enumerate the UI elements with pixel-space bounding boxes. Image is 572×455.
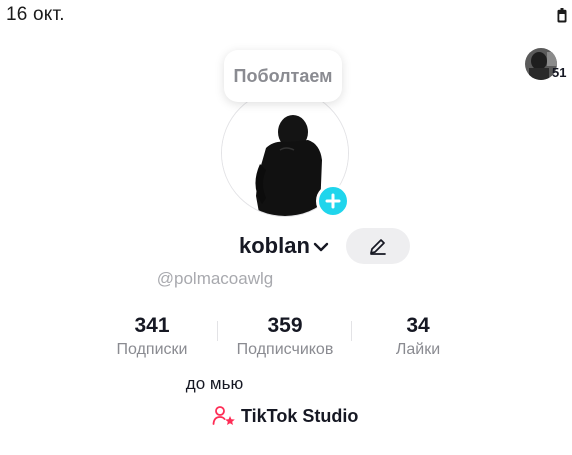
battery-icon xyxy=(557,8,567,23)
stat-likes[interactable]: 34 Лайки xyxy=(380,314,456,360)
stat-followers-value: 359 xyxy=(267,314,303,337)
stat-following-value: 341 xyxy=(134,314,170,337)
username: koblan xyxy=(239,233,310,258)
bio-row: до мью xyxy=(0,374,572,394)
account-switcher[interactable]: koblan xyxy=(239,233,329,259)
profile-bio: до мью xyxy=(185,374,244,393)
stat-likes-value: 34 xyxy=(406,314,430,337)
stat-followers[interactable]: 359 Подписчиков xyxy=(228,314,342,360)
plus-icon xyxy=(325,193,341,209)
stat-likes-label: Лайки xyxy=(395,341,441,358)
tiktok-studio-link[interactable]: TikTok Studio xyxy=(212,405,358,427)
chat-bubble[interactable]: Поболтаем xyxy=(224,50,342,102)
stat-divider xyxy=(217,321,218,341)
chevron-down-icon xyxy=(313,242,329,252)
chat-bubble-label: Поболтаем xyxy=(233,65,333,86)
stat-following-label: Подписки xyxy=(116,341,188,358)
stat-divider xyxy=(351,321,352,341)
status-date: 16 окт. xyxy=(6,4,65,25)
creator-person-star-icon xyxy=(212,406,235,425)
tiktok-studio-label: TikTok Studio xyxy=(241,405,359,426)
add-story-button[interactable] xyxy=(316,184,350,218)
edit-profile-button[interactable] xyxy=(346,228,410,264)
handle-row: @polmacoawlg xyxy=(0,269,572,289)
user-handle: @polmacoawlg xyxy=(156,269,274,288)
pencil-icon xyxy=(370,239,386,255)
stat-followers-label: Подписчиков xyxy=(236,341,334,358)
friends-count-badge[interactable]: 51 xyxy=(552,65,566,80)
stat-following[interactable]: 341 Подписки xyxy=(104,314,200,360)
